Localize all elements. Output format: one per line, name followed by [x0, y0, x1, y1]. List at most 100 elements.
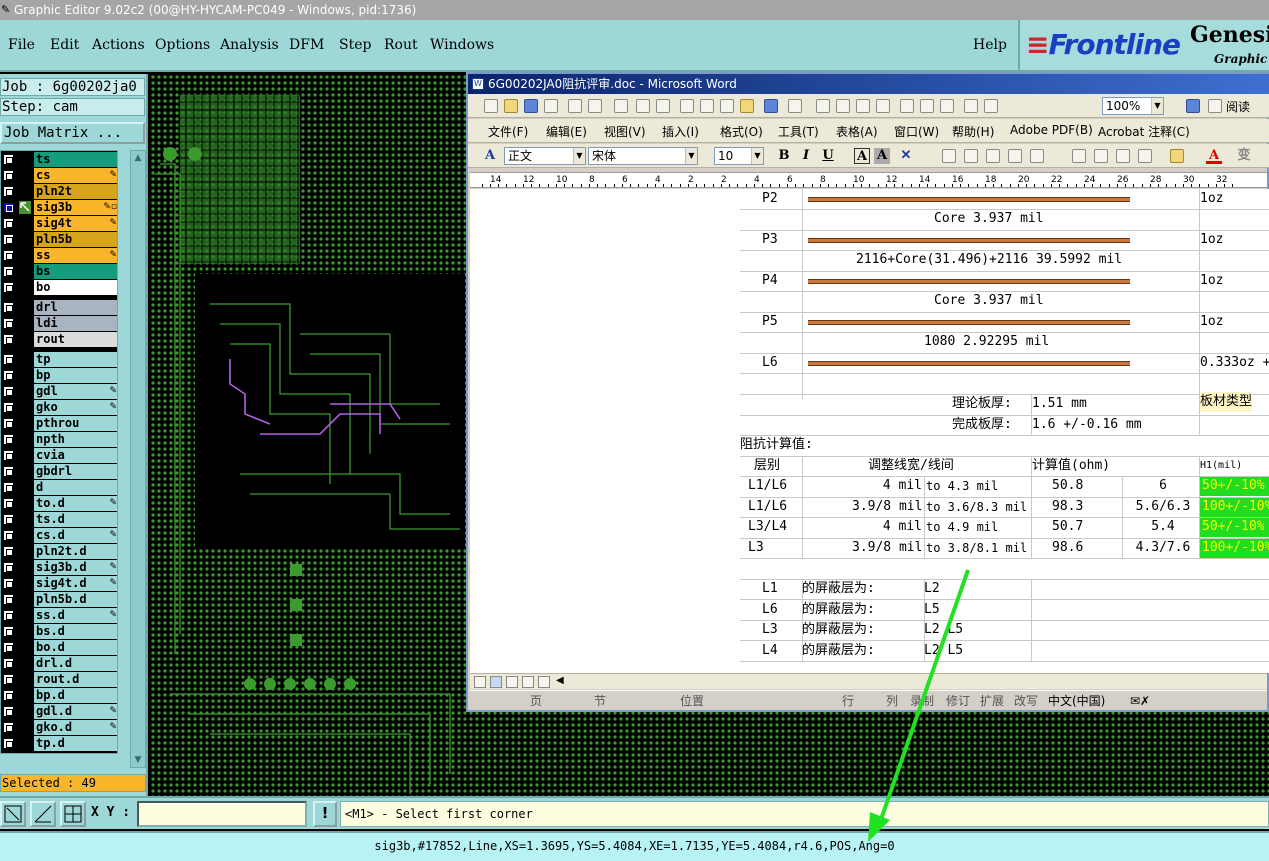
layer-affected-toggle[interactable] [19, 561, 31, 574]
layer-row[interactable]: bo [1, 280, 119, 295]
layer-row[interactable]: ss.d ✎ [1, 608, 119, 623]
print-icon[interactable] [568, 99, 582, 113]
layer-display-checkbox[interactable] [3, 722, 14, 733]
layer-row[interactable]: pthrou [1, 416, 119, 431]
status-ext[interactable]: 扩展 [980, 691, 1004, 711]
layer-name[interactable]: bo.d [34, 640, 117, 655]
layer-display-checkbox[interactable] [3, 450, 14, 461]
zoom-icon[interactable] [964, 99, 978, 113]
layer-affected-toggle[interactable] [19, 625, 31, 638]
menu-help[interactable]: Help [973, 37, 1007, 53]
layer-name[interactable]: bp [34, 368, 117, 383]
layer-affected-toggle[interactable] [19, 689, 31, 702]
layer-affected-toggle[interactable] [19, 465, 31, 478]
layer-row[interactable]: tp.d [1, 736, 119, 751]
layer-display-checkbox[interactable] [3, 402, 14, 413]
status-trk[interactable]: 修订 [946, 691, 970, 711]
spelling-icon[interactable] [614, 99, 628, 113]
layer-name[interactable]: sig4t.d [34, 576, 117, 591]
style-combo[interactable]: 正文 ▼ [504, 147, 586, 165]
word-menu-file[interactable]: 文件(F) [488, 123, 528, 140]
layer-row[interactable]: drl [1, 300, 119, 315]
layer-name[interactable]: gdl.d [34, 704, 117, 719]
print-preview-icon[interactable] [588, 99, 602, 113]
help-icon[interactable] [1186, 99, 1200, 113]
layer-affected-toggle[interactable] [19, 497, 31, 510]
layer-affected-toggle[interactable] [19, 401, 31, 414]
layer-affected-toggle[interactable] [19, 417, 31, 430]
menu-dfm[interactable]: DFM [289, 37, 324, 53]
layer-display-checkbox[interactable] [3, 234, 14, 245]
layer-display-checkbox[interactable] [3, 334, 14, 345]
layer-name[interactable]: sig4t [34, 216, 117, 231]
align-center-icon[interactable] [964, 149, 978, 163]
word-menu-insert[interactable]: 插入(I) [662, 123, 699, 140]
layer-name[interactable]: ldi [34, 316, 117, 331]
scroll-up-icon[interactable]: ▲ [133, 153, 143, 163]
layer-row[interactable]: cs.d ✎ [1, 528, 119, 543]
layer-display-checkbox[interactable] [3, 594, 14, 605]
layer-affected-toggle[interactable] [19, 169, 31, 182]
tables-borders-icon[interactable] [836, 99, 850, 113]
reading-view-icon[interactable] [538, 676, 550, 688]
zoom-combo[interactable]: 100% ▼ [1102, 97, 1164, 115]
layer-affected-toggle[interactable] [19, 153, 31, 166]
layer-name[interactable]: d [34, 480, 117, 495]
layer-name[interactable]: gko [34, 400, 117, 415]
outline-view-icon[interactable] [522, 676, 534, 688]
scroll-left-icon[interactable]: ◀ [556, 675, 564, 686]
align-left-icon[interactable] [942, 149, 956, 163]
chevron-down-icon[interactable]: ▼ [751, 148, 763, 164]
layer-name[interactable]: gko.d [34, 720, 117, 735]
layer-name[interactable]: pln5b.d [34, 592, 117, 607]
menu-edit[interactable]: Edit [50, 37, 79, 53]
xy-input[interactable] [137, 801, 307, 827]
layer-affected-toggle[interactable] [19, 449, 31, 462]
layer-affected-toggle[interactable] [19, 185, 31, 198]
menu-rout[interactable]: Rout [384, 37, 418, 53]
layer-row[interactable]: tp [1, 352, 119, 367]
layer-name[interactable]: npth [34, 432, 117, 447]
menu-windows[interactable]: Windows [430, 37, 494, 53]
layer-row[interactable]: gdl.d ✎ [1, 704, 119, 719]
layer-display-checkbox[interactable] [3, 642, 14, 653]
layer-row[interactable]: gbdrl [1, 464, 119, 479]
layer-affected-toggle[interactable] [19, 673, 31, 686]
permission-icon[interactable] [544, 99, 558, 113]
layer-display-checkbox[interactable] [3, 738, 14, 749]
char-border-icon[interactable]: A [854, 148, 870, 164]
layer-display-checkbox[interactable] [3, 250, 14, 261]
layer-display-checkbox[interactable] [3, 282, 14, 293]
layer-display-checkbox[interactable] [3, 170, 14, 181]
layer-name[interactable]: pthrou [34, 416, 117, 431]
save-icon[interactable] [524, 99, 538, 113]
layer-row[interactable]: rout [1, 332, 119, 347]
layer-row[interactable]: pln5b.d [1, 592, 119, 607]
layer-display-checkbox[interactable] [3, 266, 14, 277]
layer-name[interactable]: rout.d [34, 672, 117, 687]
layer-affected-toggle[interactable] [19, 593, 31, 606]
layer-display-checkbox[interactable] [3, 482, 14, 493]
insert-excel-icon[interactable] [876, 99, 890, 113]
layer-row[interactable]: gko.d ✎ [1, 720, 119, 735]
layer-affected-toggle[interactable] [19, 545, 31, 558]
scroll-down-icon[interactable]: ▼ [133, 755, 143, 765]
layer-display-checkbox[interactable] [3, 202, 14, 213]
layer-row[interactable]: gdl ✎ [1, 384, 119, 399]
layer-affected-toggle[interactable] [19, 369, 31, 382]
layer-affected-toggle[interactable] [19, 705, 31, 718]
layer-affected-toggle[interactable] [19, 385, 31, 398]
zoom-area-icon[interactable] [0, 801, 26, 827]
layer-affected-toggle[interactable] [19, 233, 31, 246]
layer-display-checkbox[interactable] [3, 302, 14, 313]
layer-name[interactable]: gbdrl [34, 464, 117, 479]
font-combo[interactable]: 宋体 ▼ [588, 147, 698, 165]
layer-row[interactable]: bo.d [1, 640, 119, 655]
layer-row[interactable]: d [1, 480, 119, 495]
word-menu-view[interactable]: 视图(V) [604, 123, 646, 140]
word-menu-help[interactable]: 帮助(H) [952, 123, 994, 140]
columns-icon[interactable] [900, 99, 914, 113]
layer-row[interactable]: pln2t [1, 184, 119, 199]
font-size-combo[interactable]: 10 ▼ [714, 147, 764, 165]
open-folder-icon[interactable] [504, 99, 518, 113]
